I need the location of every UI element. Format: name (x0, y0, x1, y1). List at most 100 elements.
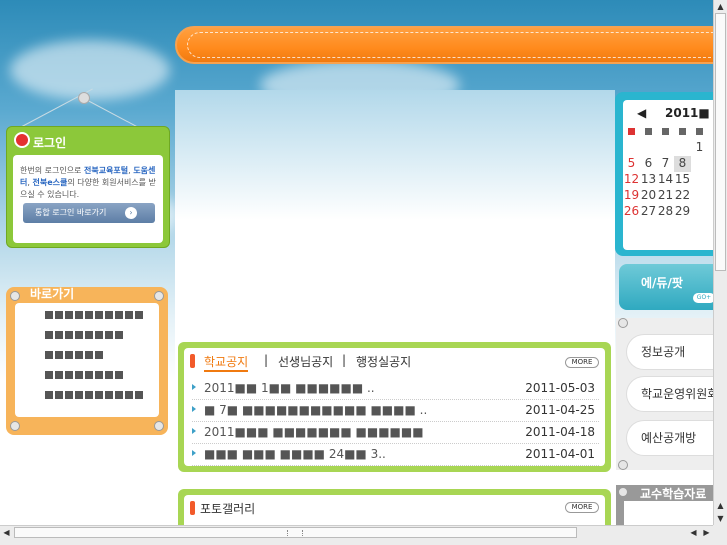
corner-pin-icon (154, 291, 164, 301)
calendar-day[interactable]: 29 (674, 204, 691, 220)
calendar-day[interactable]: 12 (623, 172, 640, 188)
window-bottom-edge (0, 539, 727, 545)
placeholder-glyph (95, 391, 103, 399)
placeholder-glyph (105, 311, 113, 319)
shortcut-item[interactable] (45, 351, 103, 361)
notice-row[interactable]: 2011■■ 1■■ ■■■■■■ .. 2011-05-03 (192, 378, 599, 400)
scroll-up-icon[interactable]: ▲ (714, 499, 727, 512)
pin-icon (14, 132, 30, 148)
scroll-left-icon[interactable]: ◀ (687, 526, 700, 539)
section-marker-icon (190, 501, 195, 515)
placeholder-glyph (115, 391, 123, 399)
calendar-day[interactable]: 8 (674, 156, 691, 172)
placeholder-glyph (75, 391, 83, 399)
main-content-fade (175, 90, 615, 220)
calendar-day[interactable]: 26 (623, 204, 640, 220)
placeholder-glyph (115, 311, 123, 319)
calendar-day[interactable]: 5 (623, 156, 640, 172)
corner-pin-icon (618, 487, 628, 497)
eschool-link[interactable]: 전북e스쿨 (32, 178, 67, 187)
notice-row[interactable]: ■■■ ■■■ ■■■■ 24■■ 3.. 2011-04-01 (192, 444, 599, 466)
calendar-day[interactable]: 21 (657, 188, 674, 204)
teaching-materials-title: 교수학습자료 (640, 487, 707, 501)
vertical-scrollbar[interactable]: ▲ ▲ ▼ (713, 0, 727, 525)
calendar-day[interactable]: 7 (657, 156, 674, 172)
login-button-label: 통합 로그인 바로가기 (35, 208, 107, 217)
shortcuts-panel: 바로가기 (6, 287, 168, 435)
integrated-login-button[interactable]: 통합 로그인 바로가기 › (23, 203, 155, 223)
menu-budget-disclosure[interactable]: 예산공개방 (626, 420, 713, 456)
calendar-day[interactable]: 15 (674, 172, 691, 188)
horizontal-scrollbar[interactable]: ◀ ◀ ▶ (0, 525, 713, 539)
notice-row[interactable]: ■ 7■ ■■■■■■■■■■■ ■■■■ .. 2011-04-25 (192, 400, 599, 422)
login-desc-text: 한번의 로그인으로 (20, 166, 84, 175)
calendar-day[interactable]: 27 (640, 204, 657, 220)
scroll-right-icon[interactable]: ▶ (700, 526, 713, 539)
calendar-day[interactable]: 14 (657, 172, 674, 188)
calendar-day[interactable]: 13 (640, 172, 657, 188)
placeholder-glyph (65, 351, 73, 359)
placeholder-glyph (45, 391, 53, 399)
scroll-up-icon[interactable]: ▲ (714, 0, 727, 13)
placeholder-glyph (135, 311, 143, 319)
notice-title[interactable]: ■■■ ■■■ ■■■■ 24■■ 3.. (204, 447, 386, 461)
placeholder-glyph (125, 311, 133, 319)
horizontal-scroll-thumb[interactable] (14, 527, 577, 538)
calendar-prev-button[interactable]: ◀ (637, 106, 646, 120)
calendar-day[interactable]: 28 (657, 204, 674, 220)
corner-pin-icon (618, 460, 628, 470)
tab-school-notice[interactable]: 학교공지 (204, 353, 249, 372)
calendar-day[interactable]: 1 (691, 140, 708, 156)
hanger-pin (78, 92, 90, 104)
edupot-go-button[interactable]: GO+ (693, 293, 713, 303)
bullet-icon (192, 406, 196, 412)
scroll-left-icon[interactable]: ◀ (0, 526, 13, 539)
tab-admin-notice[interactable]: 행정실공지 (356, 353, 411, 370)
placeholder-glyph (95, 311, 103, 319)
shortcuts-list (15, 303, 159, 417)
placeholder-glyph (105, 371, 113, 379)
calendar-day (691, 172, 708, 188)
calendar-month-label: 2011■ 6 (665, 106, 713, 120)
placeholder-glyph (45, 371, 53, 379)
shortcut-item[interactable] (45, 311, 143, 321)
grip-icon (287, 530, 303, 536)
notice-board: 학교공지 | 선생님공지 | 행정실공지 MORE 2011■■ 1■■ ■■■… (178, 342, 611, 472)
gallery-more-button[interactable]: MORE (565, 502, 599, 513)
notice-date: 2011-05-03 (525, 381, 595, 395)
placeholder-glyph (85, 371, 93, 379)
placeholder-glyph (135, 391, 143, 399)
calendar-day[interactable]: 6 (640, 156, 657, 172)
corner-pin-icon (10, 291, 20, 301)
shortcut-item[interactable] (45, 331, 123, 341)
top-banner-bar (175, 26, 713, 64)
calendar-day[interactable]: 20 (640, 188, 657, 204)
portal-link[interactable]: 전북교육포털 (84, 166, 128, 175)
corner-pin-icon (10, 421, 20, 431)
notice-title[interactable]: 2011■■ 1■■ ■■■■■■ .. (204, 381, 375, 395)
notice-board-body: 학교공지 | 선생님공지 | 행정실공지 MORE 2011■■ 1■■ ■■■… (184, 348, 605, 466)
calendar-day[interactable]: 19 (623, 188, 640, 204)
placeholder-glyph (75, 371, 83, 379)
scroll-down-icon[interactable]: ▼ (714, 512, 727, 525)
gallery-title: 포토갤러리 (200, 502, 256, 516)
tab-teacher-notice[interactable]: 선생님공지 (278, 353, 333, 370)
placeholder-glyph (65, 331, 73, 339)
shortcut-item[interactable] (45, 371, 123, 381)
menu-school-committee[interactable]: 학교운영위원회 (626, 376, 713, 412)
notice-title[interactable]: ■ 7■ ■■■■■■■■■■■ ■■■■ .. (204, 403, 427, 417)
notice-title[interactable]: 2011■■■ ■■■■■■■ ■■■■■■ (204, 425, 424, 439)
calendar-day[interactable]: 22 (674, 188, 691, 204)
login-title: 로그인 (33, 136, 67, 150)
notice-more-button[interactable]: MORE (565, 357, 599, 368)
notice-date: 2011-04-25 (525, 403, 595, 417)
notice-row[interactable]: 2011■■■ ■■■■■■■ ■■■■■■ 2011-04-18 (192, 422, 599, 444)
weekday-header (640, 124, 657, 140)
edupot-banner[interactable]: 에/듀/팟 GO+ (619, 264, 713, 310)
vertical-scroll-thumb[interactable] (715, 13, 726, 271)
shortcut-item[interactable] (45, 391, 143, 401)
tab-separator: | (264, 353, 269, 367)
menu-info-disclosure[interactable]: 정보공개 (626, 334, 713, 370)
calendar-day (640, 140, 657, 156)
login-description: 한번의 로그인으로 전북교육포털, 도움센터, 전북e스쿨의 다양한 회원서비스… (20, 165, 160, 201)
